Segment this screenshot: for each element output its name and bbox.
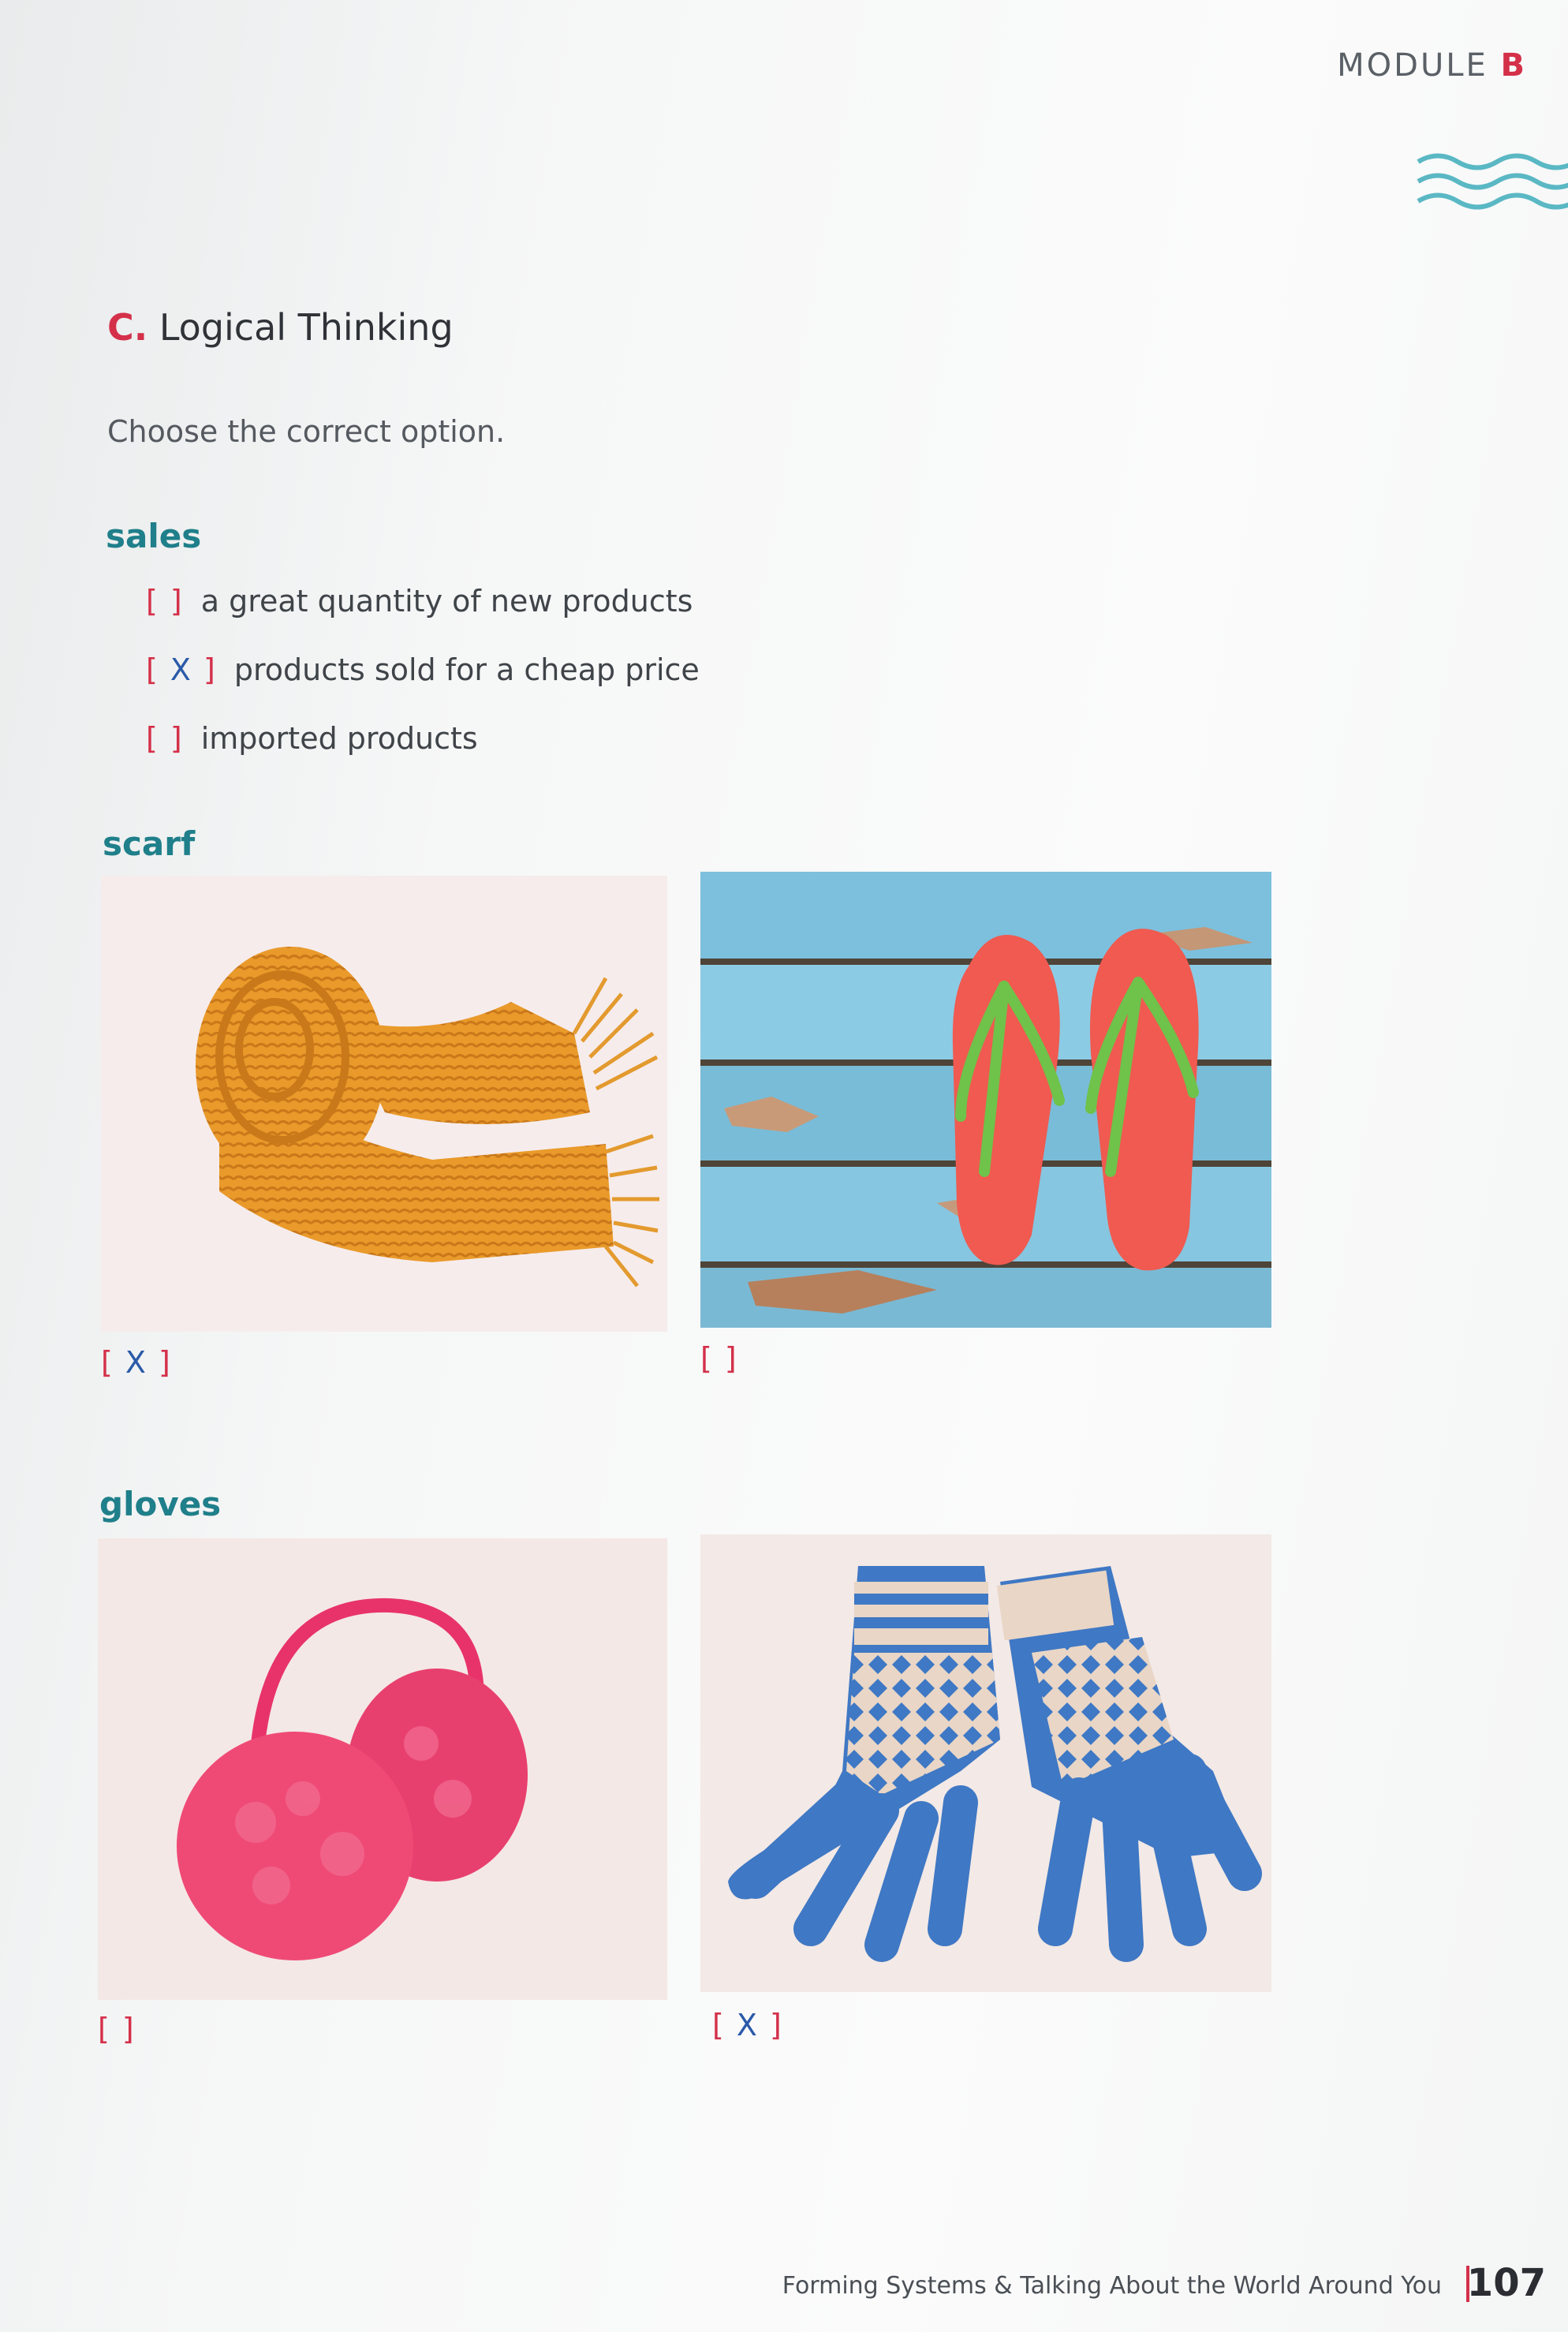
option-text: products sold for a cheap price (233, 652, 700, 687)
footer-text: Forming Systems & Talking About the Worl… (782, 2272, 1442, 2300)
scarf-icon (196, 947, 659, 1287)
section-letter: C. (107, 306, 148, 349)
section-title: C. Logical Thinking (107, 306, 454, 349)
option-checkbox[interactable]: [ ] (146, 584, 184, 619)
module-label: MODULE B (1337, 47, 1527, 84)
module-letter: B (1500, 47, 1527, 84)
waves-icon (1417, 153, 1568, 210)
word-scarf: scarf (103, 824, 196, 863)
option-mark: X (125, 1345, 147, 1380)
gloves-option-2-checkbox[interactable]: [ X ] (712, 2008, 783, 2042)
word-sales: sales (106, 517, 202, 555)
option-text: imported products (200, 721, 478, 756)
option-checkbox[interactable]: [ ] (146, 721, 184, 756)
option-sales-3[interactable]: [ ] imported products (146, 721, 478, 756)
word-gloves: gloves (99, 1485, 222, 1523)
gloves-option-1-checkbox[interactable]: [ ] (98, 2012, 136, 2046)
earmuffs-icon (177, 1598, 528, 1960)
option-sales-1[interactable]: [ ] a great quantity of new products (146, 584, 693, 619)
section-title-text: Logical Thinking (159, 306, 454, 349)
page-number: 107 (1466, 2261, 1546, 2305)
option-text: a great quantity of new products (200, 584, 693, 619)
option-mark: X (736, 2008, 759, 2042)
knitted-scarf-photo[interactable] (101, 876, 667, 1332)
scarf-option-1-checkbox[interactable]: [ X ] (101, 1345, 172, 1380)
earmuffs-photo[interactable] (98, 1538, 667, 2000)
option-sales-2[interactable]: [ X ] products sold for a cheap price (146, 652, 700, 687)
option-mark: X (170, 652, 192, 687)
scarf-option-2-checkbox[interactable]: [ ] (700, 1341, 738, 1376)
flip-flops-photo[interactable] (700, 872, 1271, 1328)
flip-flops-icon (700, 872, 1271, 1328)
gloves-icon (728, 1566, 1262, 1962)
module-label-text: MODULE (1337, 47, 1488, 84)
option-checkbox[interactable]: [ X ] (146, 652, 217, 687)
instruction-text: Choose the correct option. (107, 414, 506, 449)
knitted-gloves-photo[interactable] (700, 1534, 1271, 1992)
